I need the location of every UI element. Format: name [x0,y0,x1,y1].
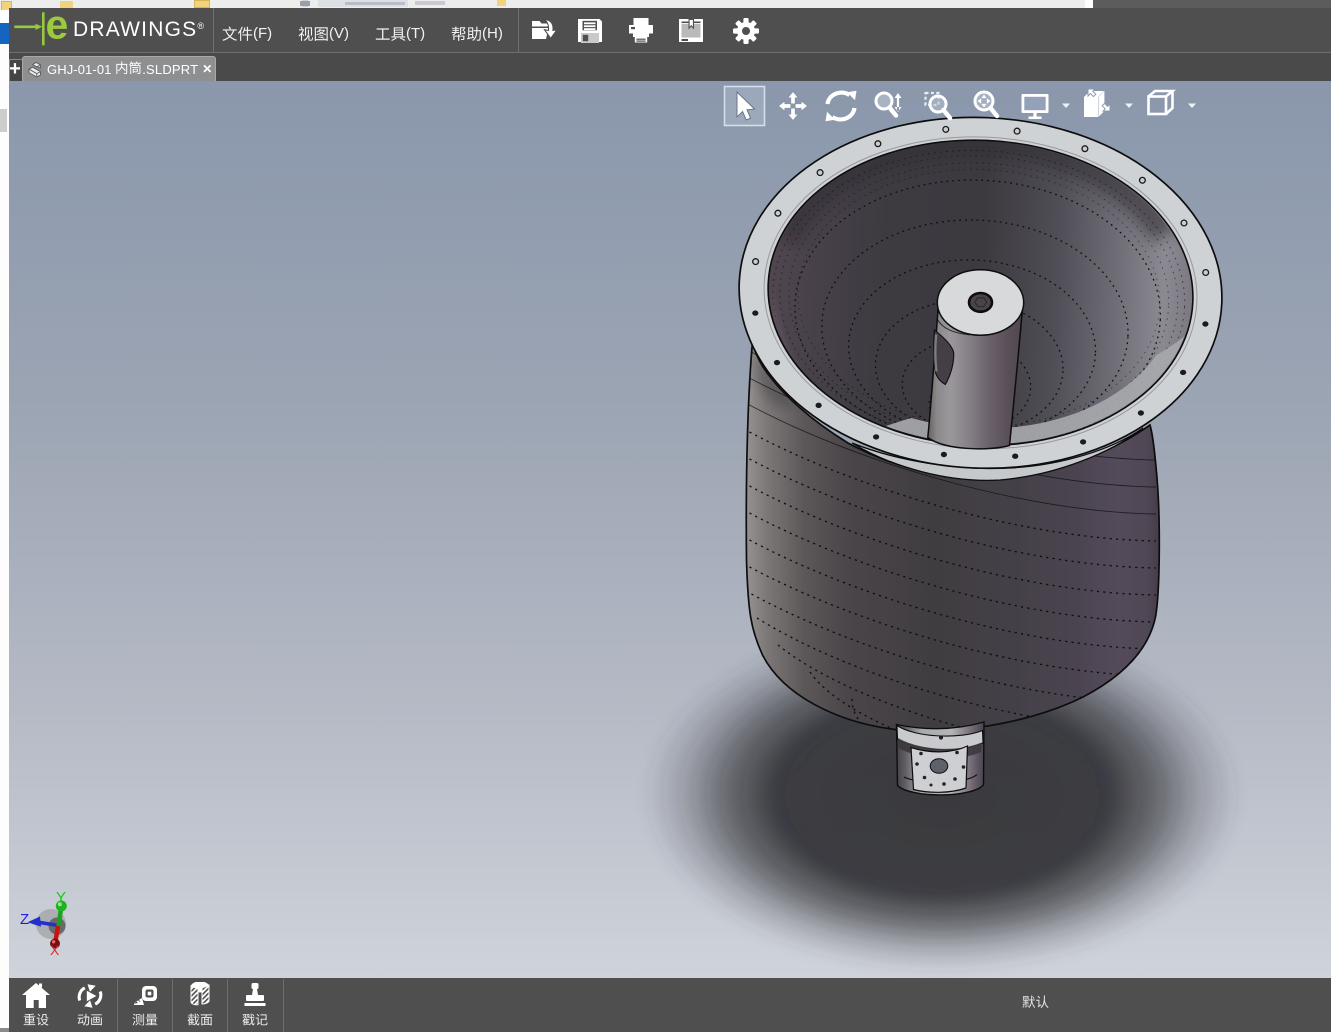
svg-text:Z: Z [20,911,29,928]
svg-text:Y: Y [56,889,66,906]
svg-text:e: e [46,8,69,48]
svg-text:X: X [50,942,60,958]
